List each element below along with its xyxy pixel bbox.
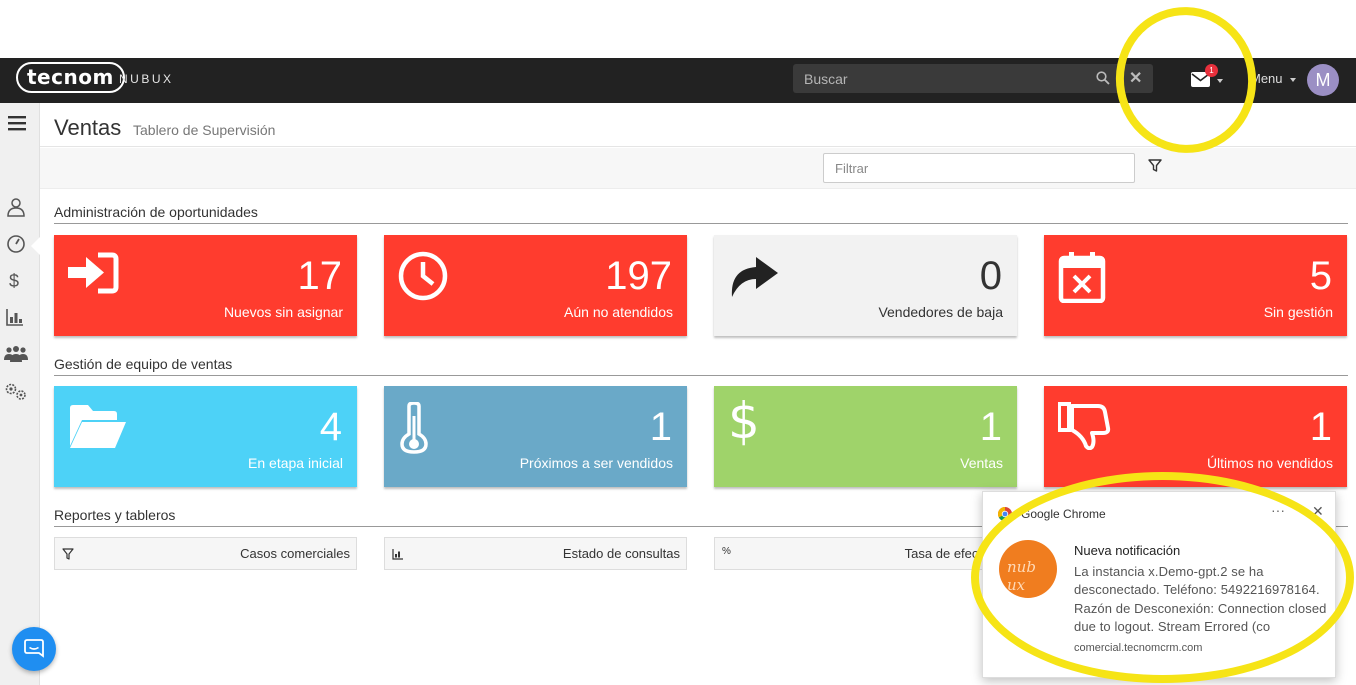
notification-body: La instancia x.Demo-gpt.2 se ha desconec… [1074,564,1327,634]
search-clear-icon[interactable]: ✕ [1129,68,1142,88]
chat-bubble-icon [24,639,44,658]
notification-source-url[interactable]: comercial.tecnomcrm.com [1074,642,1202,654]
card-sin-gestion[interactable]: 5 Sin gestión [1044,235,1347,336]
unread-badge: 1 [1205,64,1218,77]
more-options-icon[interactable]: ··· [1271,502,1285,518]
card-value: 1 [649,405,672,449]
search-input[interactable] [793,64,1083,93]
report-casos-comerciales[interactable]: Casos comerciales [54,537,357,570]
settings-gears-icon[interactable] [4,382,26,402]
notification-title: Nueva notificación [1074,543,1181,558]
folder-open-icon [68,402,128,455]
card-label: Nuevos sin asignar [223,304,343,320]
nubux-logo-text: NUBUX [119,72,174,86]
search-icon[interactable] [1096,71,1110,90]
card-label: Ventas [960,455,1003,471]
logo-wordmark: nub ux [1007,558,1036,594]
thermometer-icon [398,401,432,459]
dollar-icon[interactable]: $ [9,271,29,291]
card-value: 0 [979,254,1002,298]
percent-icon: % [722,546,731,557]
chrome-notification[interactable]: Google Chrome ··· ✕ nub ux Nueva notific… [982,491,1336,678]
card-proximos-a-ser-vendidos[interactable]: 1 Próximos a ser vendidos [384,386,687,487]
active-indicator [31,237,40,255]
card-value: 17 [297,254,343,298]
sidebar: $ [0,103,40,685]
card-ultimos-no-vendidos[interactable]: 1 Últimos no vendidos [1044,386,1347,487]
card-value: 197 [605,254,672,298]
share-arrow-icon [728,251,780,304]
notification-app-name: Google Chrome [1021,507,1106,521]
report-label: Casos comerciales [240,546,350,561]
filter-input[interactable] [823,153,1135,183]
section-title-admin: Administración de oportunidades [54,204,1348,224]
page-header: Ventas Tablero de Supervisión [40,103,1356,147]
hamburger-menu-icon[interactable] [8,115,28,135]
calendar-x-icon [1058,251,1106,308]
card-label: Sin gestión [1263,304,1333,320]
report-tasa-de-efectividad[interactable]: % Tasa de efect [714,537,989,570]
chevron-down-icon [1217,79,1223,83]
report-estado-de-consultas[interactable]: Estado de consultas [384,537,687,570]
bar-chart-icon [392,547,404,565]
user-icon[interactable] [6,197,26,217]
top-navbar: tecnom NUBUX ✕ 1 Menu M [0,58,1356,103]
card-en-etapa-inicial[interactable]: 4 En etapa inicial [54,386,357,487]
dollar-icon: $ [728,392,760,450]
chrome-icon [998,507,1012,521]
filter-bar [40,148,1356,189]
card-aun-no-atendidos[interactable]: 197 Aún no atendidos [384,235,687,336]
page-title: Ventas [54,115,122,140]
nubux-app-logo: nub ux [999,540,1057,598]
chat-launcher-button[interactable] [12,627,56,671]
menu-label: Menu [1250,71,1283,86]
bar-chart-icon[interactable] [6,308,26,328]
chevron-down-icon [1290,77,1297,82]
avatar[interactable]: M [1307,64,1339,96]
card-label: Vendedores de baja [878,304,1003,320]
funnel-icon[interactable] [1148,159,1162,177]
funnel-icon [62,547,74,565]
section-title-team: Gestión de equipo de ventas [54,356,1348,376]
report-label: Estado de consultas [562,546,680,561]
search-box: ✕ [793,64,1153,93]
dashboard-gauge-icon[interactable] [6,234,26,254]
card-label: Últimos no vendidos [1206,455,1333,471]
card-label: Aún no atendidos [564,304,673,320]
report-label: Tasa de efect [904,546,982,561]
tecnom-logo[interactable]: tecnom [16,62,125,93]
messages-dropdown[interactable]: 1 [1191,64,1227,92]
menu-dropdown[interactable]: Menu [1250,71,1297,86]
team-icon[interactable] [4,345,28,365]
card-ventas[interactable]: $ 1 Ventas [714,386,1017,487]
top-blank-area [0,0,1356,58]
sign-in-icon [68,251,120,300]
card-value: 5 [1309,254,1332,298]
card-nuevos-sin-asignar[interactable]: 17 Nuevos sin asignar [54,235,357,336]
close-icon[interactable]: ✕ [1312,503,1324,520]
card-vendedores-de-baja[interactable]: 0 Vendedores de baja [714,235,1017,336]
card-label: En etapa inicial [248,455,343,471]
card-label: Próximos a ser vendidos [519,455,673,471]
thumbs-down-icon [1057,402,1112,455]
card-value: 1 [979,405,1002,449]
card-value: 1 [1309,405,1332,449]
clock-icon [398,251,450,308]
page-subtitle: Tablero de Supervisión [133,122,276,138]
card-value: 4 [319,405,342,449]
